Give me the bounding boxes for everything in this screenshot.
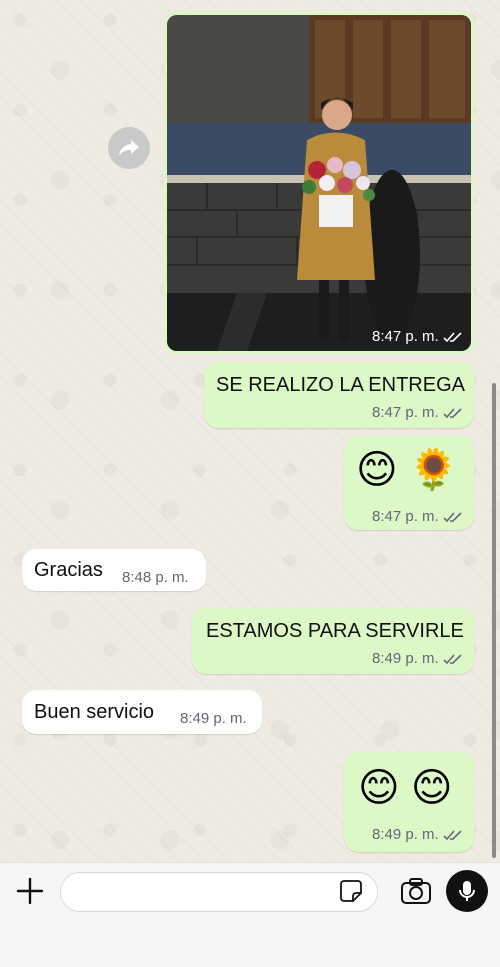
message-text: ESTAMOS PARA SERVIRLE xyxy=(206,620,464,642)
sticker-icon xyxy=(340,880,362,902)
forward-button[interactable] xyxy=(108,127,150,169)
delivery-photo-drawing xyxy=(167,15,471,351)
microphone-button[interactable] xyxy=(446,870,488,912)
message-time: 8:49 p. m. xyxy=(372,650,439,667)
message-bubble-incoming[interactable]: Buen servicio 8:49 p. m. xyxy=(22,690,262,734)
forward-icon xyxy=(119,140,139,156)
read-ticks-icon xyxy=(443,331,463,343)
message-meta: 8:47 p. m. xyxy=(372,508,463,525)
read-ticks-icon xyxy=(443,511,463,523)
message-time: 8:49 p. m. xyxy=(180,710,247,727)
message-time: 8:48 p. m. xyxy=(122,569,189,586)
scrollbar[interactable] xyxy=(492,383,496,858)
message-meta: 8:49 p. m. xyxy=(180,710,247,727)
emoji-message: 😊 😊 xyxy=(358,766,453,810)
microphone-icon xyxy=(459,881,475,901)
image-message[interactable]: 8:47 p. m. xyxy=(164,12,474,354)
plus-icon xyxy=(16,877,44,905)
read-ticks-icon xyxy=(443,407,463,419)
message-meta: 8:49 p. m. xyxy=(372,826,463,843)
sticker-button[interactable] xyxy=(339,879,363,903)
message-bubble-incoming[interactable]: Gracias 8:48 p. m. xyxy=(22,549,206,591)
message-meta: 8:48 p. m. xyxy=(122,569,189,586)
message-time: 8:47 p. m. xyxy=(372,328,439,345)
message-meta: 8:49 p. m. xyxy=(372,650,463,667)
attach-button[interactable] xyxy=(14,875,46,907)
read-ticks-icon xyxy=(443,829,463,841)
chat-area[interactable]: 8:47 p. m. SE REALIZO LA ENTREGA 8:47 p.… xyxy=(0,0,500,862)
message-text: Buen servicio xyxy=(34,701,155,723)
message-time: 8:49 p. m. xyxy=(372,826,439,843)
camera-icon xyxy=(401,878,431,904)
message-bubble-outgoing[interactable]: 😊 🌻 8:47 p. m. xyxy=(344,436,474,530)
delivery-photo[interactable] xyxy=(167,15,471,351)
message-meta: 8:47 p. m. xyxy=(372,404,463,421)
emoji-message: 😊 🌻 xyxy=(356,448,459,492)
message-text: SE REALIZO LA ENTREGA xyxy=(216,374,465,396)
message-time: 8:47 p. m. xyxy=(372,404,439,421)
camera-button[interactable] xyxy=(400,877,432,905)
message-meta: 8:47 p. m. xyxy=(372,328,463,345)
message-bubble-outgoing[interactable]: SE REALIZO LA ENTREGA 8:47 p. m. xyxy=(204,362,474,428)
message-text: Gracias xyxy=(34,559,103,581)
read-ticks-icon xyxy=(443,653,463,665)
message-input[interactable] xyxy=(60,872,378,912)
message-bubble-outgoing[interactable]: 😊 😊 8:49 p. m. xyxy=(344,752,474,852)
message-bubble-outgoing[interactable]: ESTAMOS PARA SERVIRLE 8:49 p. m. xyxy=(192,608,474,674)
message-time: 8:47 p. m. xyxy=(372,508,439,525)
